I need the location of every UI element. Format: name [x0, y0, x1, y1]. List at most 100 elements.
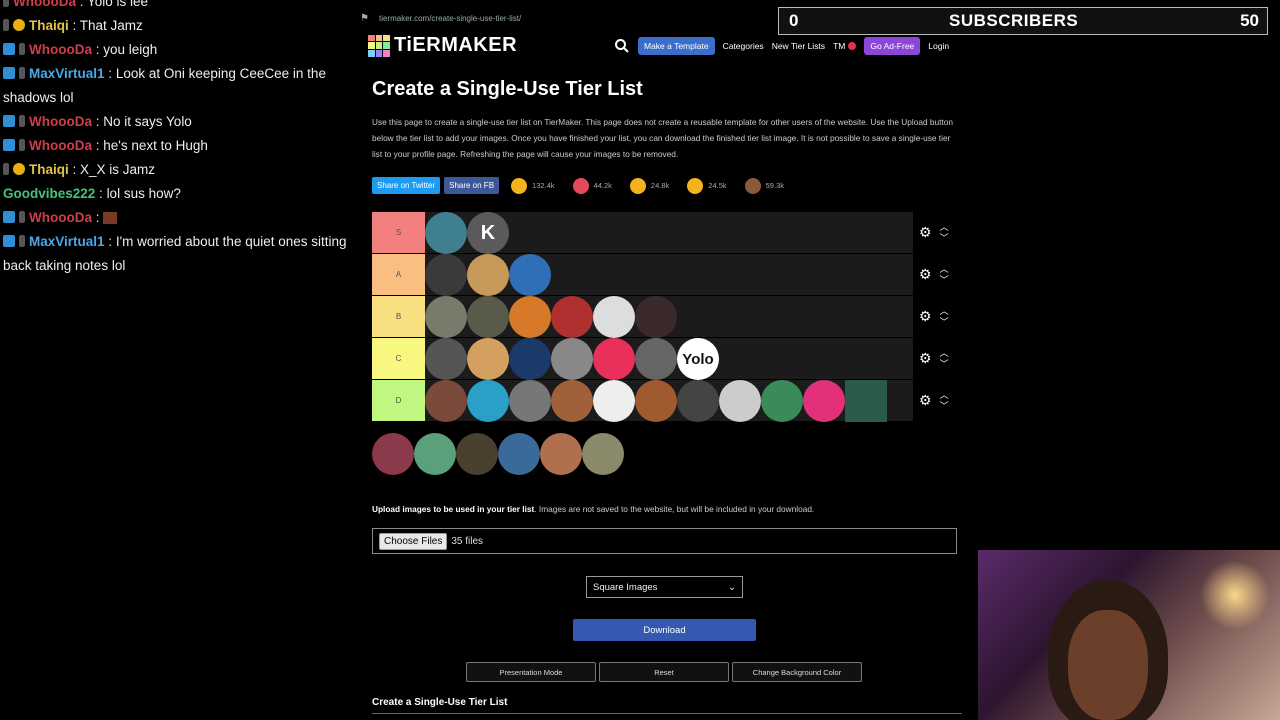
categories-link[interactable]: Categories: [723, 41, 764, 51]
tier-item-image[interactable]: [372, 433, 414, 475]
chat-username: WhoooDa: [29, 114, 92, 129]
gear-icon[interactable]: ⚙: [919, 308, 932, 325]
stream-chat-overlay: WhoooDa : Yolo is lee Thaiqi : That Jamz W…: [0, 0, 372, 278]
login-link[interactable]: Login: [928, 41, 949, 51]
reset-button[interactable]: Reset: [599, 662, 729, 682]
browser-url-bar[interactable]: ⚑ tiermaker.com/create-single-use-tier-l…: [360, 8, 780, 28]
gear-icon[interactable]: ⚙: [919, 350, 932, 367]
chevron-down-icon[interactable]: ﹀: [940, 233, 949, 244]
tier-items[interactable]: [425, 254, 913, 296]
share-bar: Share on Twitter Share on FB 132.4k 44.2k…: [372, 177, 798, 194]
tier-item-image[interactable]: [425, 296, 467, 338]
tier-item-image[interactable]: [509, 338, 551, 380]
chevron-down-icon[interactable]: ﹀: [940, 359, 949, 370]
tier-items[interactable]: Yolo: [425, 338, 913, 380]
new-tier-lists-link[interactable]: New Tier Lists: [772, 41, 825, 51]
image-shape-select[interactable]: Square Images ⌄: [586, 576, 743, 598]
tier-item-image[interactable]: [414, 433, 456, 475]
tier-item-image[interactable]: [845, 380, 887, 422]
reaction-grin-emoji[interactable]: 132.4k: [511, 177, 555, 194]
tier-item-image[interactable]: [509, 380, 551, 422]
tier-item-image[interactable]: [551, 296, 593, 338]
chat-text: he's next to Hugh: [103, 138, 208, 153]
tier-label[interactable]: S: [372, 212, 425, 253]
tier-item-image[interactable]: [803, 380, 845, 422]
go-ad-free-button[interactable]: Go Ad-Free: [864, 37, 921, 55]
tier-items[interactable]: [425, 296, 913, 338]
chat-username: MaxVirtual1: [29, 66, 105, 81]
reaction-poop-emoji[interactable]: 59.3k: [744, 177, 784, 194]
tier-items[interactable]: K: [425, 212, 913, 254]
chevron-up-icon[interactable]: ︿: [940, 222, 949, 233]
tier-item-image[interactable]: [593, 296, 635, 338]
tier-item-image[interactable]: [425, 212, 467, 254]
webcam-lamp: [1200, 560, 1270, 630]
chevron-up-icon[interactable]: ︿: [940, 348, 949, 359]
download-button[interactable]: Download: [573, 619, 756, 641]
tier-item-image[interactable]: [509, 296, 551, 338]
tier-label[interactable]: B: [372, 296, 425, 337]
tier-item-image[interactable]: [467, 254, 509, 296]
tier-item-image[interactable]: [551, 380, 593, 422]
tier-item-image[interactable]: [456, 433, 498, 475]
chat-message: WhoooDa : you leigh: [0, 38, 372, 62]
chevron-up-icon[interactable]: ︿: [940, 390, 949, 401]
share-facebook-button[interactable]: Share on FB: [444, 177, 500, 194]
share-twitter-button[interactable]: Share on Twitter: [372, 177, 441, 194]
image-shape-value: Square Images: [593, 581, 658, 593]
laugh-emoji-icon: [629, 177, 646, 194]
tier-item-image[interactable]: [593, 380, 635, 422]
tier-item-image[interactable]: [467, 338, 509, 380]
reaction-laugh-emoji[interactable]: 24.8k: [629, 177, 669, 194]
tier-item-image[interactable]: [635, 380, 677, 422]
tier-item-image[interactable]: [498, 433, 540, 475]
tier-item-image[interactable]: [677, 380, 719, 422]
tier-item-image[interactable]: [467, 296, 509, 338]
webcam-overlay: [978, 550, 1280, 720]
tier-label[interactable]: C: [372, 338, 425, 379]
reaction-count: 59.3k: [765, 181, 784, 190]
prime-badge-icon: [3, 211, 15, 223]
chat-message: WhoooDa : he's next to Hugh: [0, 134, 372, 158]
gear-icon[interactable]: ⚙: [919, 266, 932, 283]
tier-item-image[interactable]: [593, 338, 635, 380]
tier-item-image[interactable]: [582, 433, 624, 475]
file-upload-field[interactable]: Choose Files 35 files: [372, 528, 957, 554]
change-background-color-button[interactable]: Change Background Color: [732, 662, 862, 682]
tier-item-image[interactable]: [425, 380, 467, 422]
tier-label[interactable]: D: [372, 380, 425, 421]
tier-item-image[interactable]: [425, 338, 467, 380]
tier-items[interactable]: [425, 380, 913, 422]
chevron-down-icon[interactable]: ﹀: [940, 317, 949, 328]
gear-icon[interactable]: ⚙: [919, 392, 932, 409]
choose-files-button[interactable]: Choose Files: [379, 532, 448, 550]
chevron-down-icon[interactable]: ﹀: [940, 401, 949, 412]
tier-item-image[interactable]: [425, 254, 467, 296]
tier-item-image[interactable]: [635, 296, 677, 338]
tier-item-image[interactable]: [761, 380, 803, 422]
search-icon[interactable]: [614, 38, 630, 54]
make-template-button[interactable]: Make a Template: [638, 37, 715, 55]
chat-text: lol sus how?: [106, 186, 181, 201]
presentation-mode-button[interactable]: Presentation Mode: [466, 662, 596, 682]
page-title: Create a Single-Use Tier List: [372, 78, 643, 100]
tier-item-image[interactable]: [540, 433, 582, 475]
tier-item-image[interactable]: [467, 380, 509, 422]
tier-label[interactable]: A: [372, 254, 425, 295]
tm-menu[interactable]: TM: [833, 41, 857, 51]
gear-icon[interactable]: ⚙: [919, 224, 932, 241]
tier-item-image[interactable]: [509, 254, 551, 296]
reaction-heart-eyes-emoji[interactable]: 44.2k: [572, 177, 612, 194]
tier-item-image[interactable]: Yolo: [677, 338, 719, 380]
tier-item-image[interactable]: K: [467, 212, 509, 254]
chevron-up-icon[interactable]: ︿: [940, 306, 949, 317]
chevron-up-icon[interactable]: ︿: [940, 264, 949, 275]
chevron-down-icon[interactable]: ﹀: [940, 275, 949, 286]
tier-item-image[interactable]: [635, 338, 677, 380]
reaction-raised-hands-emoji[interactable]: 24.5k: [687, 177, 727, 194]
tiermaker-logo[interactable]: TiERMAKER: [368, 34, 517, 57]
tier-item-image[interactable]: [551, 338, 593, 380]
tier-item-image[interactable]: [719, 380, 761, 422]
subscriber-count: 0: [789, 11, 799, 30]
chat-text: you leigh: [103, 42, 158, 57]
